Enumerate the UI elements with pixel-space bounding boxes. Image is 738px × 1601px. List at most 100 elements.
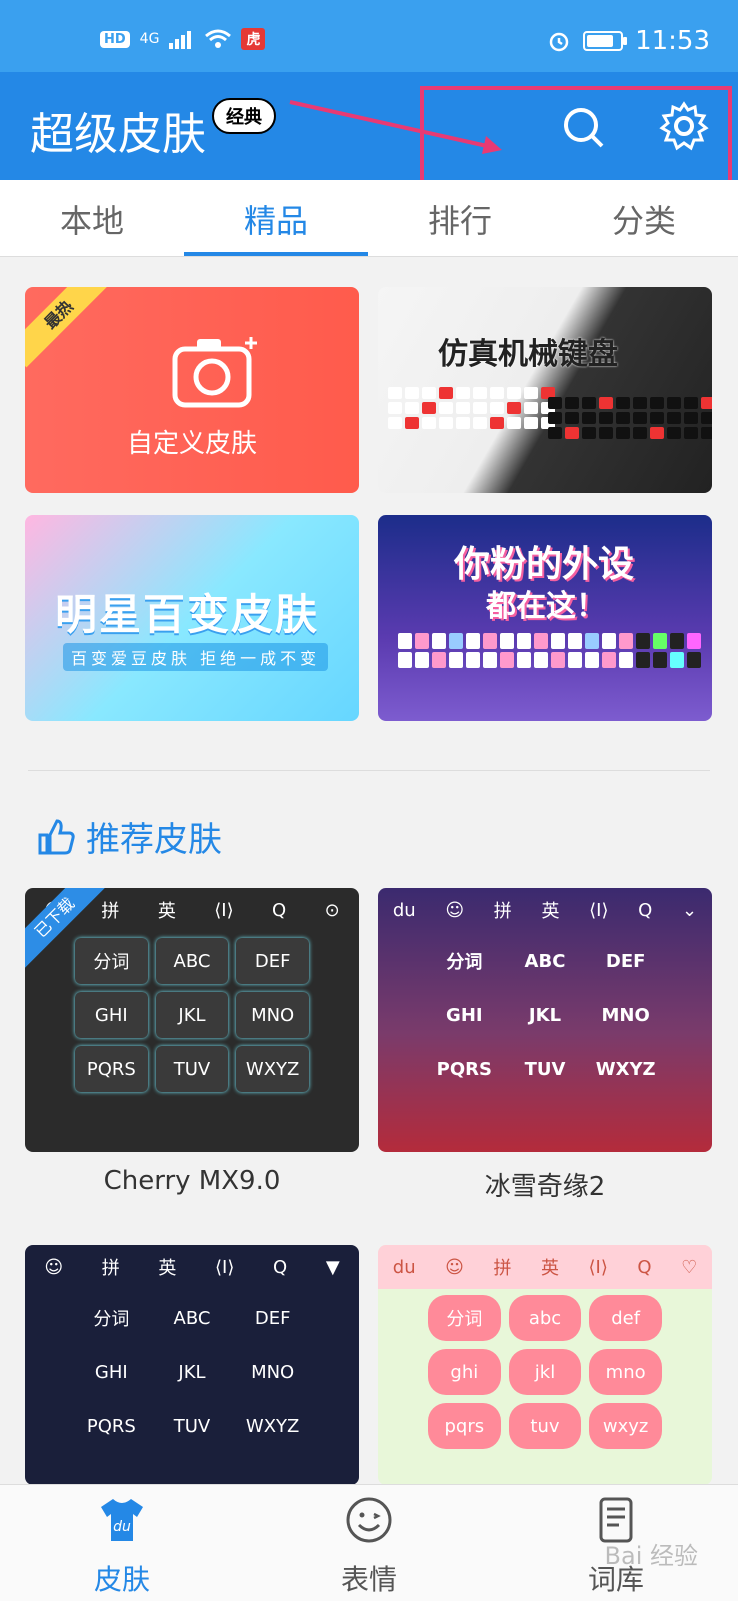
toolbar-key: ⟨I⟩: [589, 899, 609, 921]
skin-card-celebrity[interactable]: ☺ 拼 英 ⟨I⟩ Q ▼ 分词 ABC DEF GHI JKL MNO PQRS TUV WXYZ: [25, 1245, 359, 1485]
keyboard-key: WXYZ: [245, 1415, 300, 1437]
keyboard-keys: 分词 abc def ghi jkl mno pqrs tuv wxyz: [428, 1295, 662, 1449]
keyboard-key: JKL: [178, 1361, 206, 1383]
toolbar-key: ☺: [44, 1256, 64, 1278]
battery-icon: [583, 31, 628, 51]
toolbar-key: ⊙: [324, 899, 340, 921]
toolbar-key: Q: [272, 899, 287, 921]
signal-icon: [169, 31, 192, 49]
toolbar-key: 英: [541, 901, 560, 922]
toolbar-key: 拼: [493, 1258, 512, 1279]
nav-skins[interactable]: du 皮肤: [62, 1495, 182, 1598]
toolbar-key: 英: [540, 1258, 559, 1279]
skin-card-pink[interactable]: du ☺ 拼 英 ⟨I⟩ Q ♡ 分词 abc def ghi jkl mno pqrs tuv wxyz: [378, 1245, 712, 1485]
keyboard-key: ghi: [428, 1349, 501, 1395]
keyboard-toolbar: du ☺ 拼 英 ⟨I⟩ Q ⌄: [378, 888, 712, 932]
keyboard-keys: 分词 ABC DEF GHI JKL MNO PQRS TUV WXYZ: [428, 938, 662, 1092]
toolbar-key: 拼: [493, 901, 512, 922]
toolbar-key: 拼: [101, 901, 120, 922]
nav-emoji-label: 表情: [340, 1563, 397, 1596]
hot-ribbon: 最热: [25, 287, 112, 368]
camera-icon: [172, 337, 257, 408]
keyboard-key: DEF: [605, 950, 646, 972]
keyboard-key: DEF: [236, 938, 309, 984]
app-title: 超级皮肤: [30, 109, 206, 160]
keyboard-key: JKL: [155, 992, 229, 1038]
toolbar-key: 英: [158, 1258, 177, 1279]
keyboard-key: 分词: [428, 1295, 501, 1341]
tab-category[interactable]: 分类: [552, 196, 736, 242]
light-keyboard-graphic: [388, 387, 555, 429]
annotation-arrow: [289, 100, 502, 154]
smiley-icon: [346, 1497, 392, 1543]
keyboard-key: GHI: [75, 992, 148, 1038]
keyboard-key: PQRS: [436, 1058, 492, 1080]
keyboard-key: def: [589, 1295, 662, 1341]
keyboard-key: DEF: [254, 1307, 291, 1329]
toolbar-key: ⟨I⟩: [215, 1256, 235, 1278]
toolbar-key: 拼: [101, 1258, 120, 1279]
skin-card-frozen[interactable]: du ☺ 拼 英 ⟨I⟩ Q ⌄ 分词 ABC DEF GHI JKL MNO PQRS TUV WXYZ: [378, 888, 712, 1152]
tab-ranking[interactable]: 排行: [368, 196, 552, 242]
keyboard-key: WXYZ: [595, 1058, 656, 1080]
tab-bar: 本地 精品 排行 分类: [0, 180, 738, 257]
keyboard-key: PQRS: [75, 1046, 148, 1092]
thumbs-up-icon: [38, 818, 75, 854]
toolbar-key: ♡: [681, 1256, 698, 1278]
toolbar-key: du: [392, 1256, 416, 1278]
status-left: HD 4G 虎: [100, 28, 266, 50]
keyboard-keys: 分词 ABC DEF GHI JKL MNO PQRS TUV WXYZ: [75, 938, 309, 1092]
keyboard-key: GHI: [446, 1004, 483, 1026]
tab-local[interactable]: 本地: [0, 196, 184, 242]
skin-card-cherry[interactable]: ☺拼英⟨I⟩Q⊙ 分词ABCDEFGHIJKLMNOPQRSTUVWXYZ 已下…: [25, 888, 359, 1152]
custom-skin-card[interactable]: 最热 自定义皮肤: [25, 287, 359, 493]
keyboard-key: TUV: [524, 1058, 566, 1080]
clock-time: 11:53: [635, 26, 710, 56]
keyboard-key: ABC: [173, 1307, 211, 1329]
toolbar-key: Q: [638, 899, 653, 921]
nav-emoji[interactable]: 表情: [309, 1495, 429, 1598]
keyboard-keys: 分词 ABC DEF GHI JKL MNO PQRS TUV WXYZ: [75, 1295, 309, 1449]
toolbar-key: ⟨I⟩: [588, 1256, 608, 1278]
keyboards-graphic: [398, 633, 701, 668]
keyboard-key: ABC: [155, 938, 229, 984]
status-right: 11:53: [547, 26, 710, 56]
keyboard-key: ABC: [524, 950, 566, 972]
keyboard-key: TUV: [173, 1415, 211, 1437]
keyboard-key: mno: [589, 1349, 662, 1395]
svg-text:du: du: [113, 1519, 131, 1535]
mechanical-keyboard-card[interactable]: 仿真机械键盘: [378, 287, 712, 493]
keyboard-key: GHI: [94, 1361, 128, 1383]
keyboard-key: MNO: [236, 992, 309, 1038]
keyboard-key: JKL: [528, 1004, 562, 1026]
keyboard-key: jkl: [508, 1349, 582, 1395]
network-label: 4G: [139, 31, 160, 47]
keyboard-toolbar: ☺ 拼 英 ⟨I⟩ Q ▼: [25, 1245, 359, 1289]
star-subtitle: 百变爱豆皮肤 拒绝一成不变: [63, 643, 329, 671]
classic-badge: 经典: [212, 98, 276, 134]
keyboard-key: 分词: [93, 1309, 130, 1330]
custom-skin-label: 自定义皮肤: [126, 429, 257, 459]
status-bar: HD 4G 虎 11:53: [0, 0, 738, 72]
tshirt-icon: du: [101, 1499, 143, 1541]
peripherals-title-line2: 都在这！: [486, 589, 606, 624]
peripherals-card[interactable]: 你粉的外设 都在这！: [378, 515, 712, 721]
section-divider: [28, 770, 710, 771]
toolbar-key: 英: [157, 901, 176, 922]
recommended-header: 推荐皮肤: [36, 812, 222, 861]
tab-featured[interactable]: 精品: [184, 196, 368, 242]
tab-indicator: [184, 252, 368, 256]
watermark: Bai 经验: [604, 1542, 698, 1570]
recommended-title: 推荐皮肤: [86, 820, 222, 860]
app-notify-badge: 虎: [241, 28, 266, 50]
keyboard-key: MNO: [251, 1361, 295, 1383]
keyboard-key: wxyz: [589, 1403, 662, 1449]
toolbar-key: ☺: [445, 1256, 464, 1278]
star-skin-card[interactable]: 明星百变皮肤 百变爱豆皮肤 拒绝一成不变: [25, 515, 359, 721]
keyboard-key: abc: [508, 1295, 582, 1341]
toolbar-key: ⟨I⟩: [214, 899, 234, 921]
toolbar-key: du: [392, 899, 416, 921]
keyboard-toolbar: du ☺ 拼 英 ⟨I⟩ Q ♡: [378, 1245, 712, 1289]
toolbar-key: ☺: [445, 899, 465, 921]
skin-name: 冰雪奇缘2: [484, 1172, 606, 1202]
